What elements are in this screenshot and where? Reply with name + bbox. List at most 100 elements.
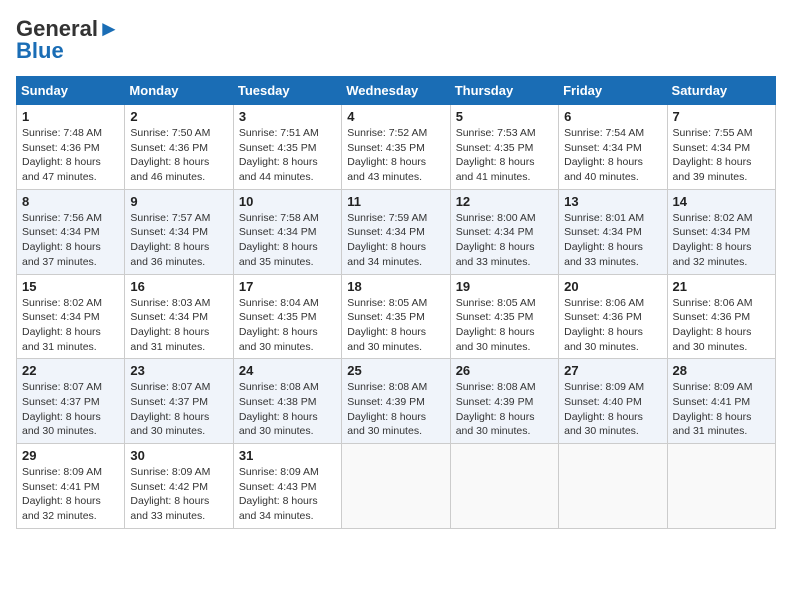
- weekday-header-monday: Monday: [125, 77, 233, 105]
- day-number: 3: [239, 109, 336, 124]
- calendar-cell: 19 Sunrise: 8:05 AMSunset: 4:35 PMDayligh…: [450, 274, 558, 359]
- calendar-cell: 23 Sunrise: 8:07 AMSunset: 4:37 PMDayligh…: [125, 359, 233, 444]
- day-info: Sunrise: 8:05 AMSunset: 4:35 PMDaylight:…: [347, 296, 444, 355]
- day-info: Sunrise: 8:04 AMSunset: 4:35 PMDaylight:…: [239, 296, 336, 355]
- day-number: 23: [130, 363, 227, 378]
- weekday-header-thursday: Thursday: [450, 77, 558, 105]
- calendar-cell: 8 Sunrise: 7:56 AMSunset: 4:34 PMDaylight…: [17, 189, 125, 274]
- day-info: Sunrise: 7:59 AMSunset: 4:34 PMDaylight:…: [347, 211, 444, 270]
- calendar: SundayMondayTuesdayWednesdayThursdayFrid…: [16, 76, 776, 529]
- day-number: 6: [564, 109, 661, 124]
- day-number: 1: [22, 109, 119, 124]
- day-info: Sunrise: 8:03 AMSunset: 4:34 PMDaylight:…: [130, 296, 227, 355]
- calendar-cell: 28 Sunrise: 8:09 AMSunset: 4:41 PMDayligh…: [667, 359, 775, 444]
- calendar-cell: 3 Sunrise: 7:51 AMSunset: 4:35 PMDaylight…: [233, 105, 341, 190]
- day-number: 22: [22, 363, 119, 378]
- day-info: Sunrise: 7:55 AMSunset: 4:34 PMDaylight:…: [673, 126, 770, 185]
- calendar-cell: 12 Sunrise: 8:00 AMSunset: 4:34 PMDayligh…: [450, 189, 558, 274]
- day-number: 13: [564, 194, 661, 209]
- day-info: Sunrise: 8:00 AMSunset: 4:34 PMDaylight:…: [456, 211, 553, 270]
- day-number: 8: [22, 194, 119, 209]
- day-number: 10: [239, 194, 336, 209]
- calendar-cell: 13 Sunrise: 8:01 AMSunset: 4:34 PMDayligh…: [559, 189, 667, 274]
- calendar-cell: 5Sunrise: 7:53 AMSunset: 4:35 PMDaylight…: [450, 105, 558, 190]
- day-number: 16: [130, 279, 227, 294]
- day-number: 28: [673, 363, 770, 378]
- calendar-cell: [450, 444, 558, 529]
- day-number: 4: [347, 109, 444, 124]
- day-info: Sunrise: 8:02 AMSunset: 4:34 PMDaylight:…: [22, 296, 119, 355]
- calendar-cell: 30 Sunrise: 8:09 AMSunset: 4:42 PMDayligh…: [125, 444, 233, 529]
- day-number: 18: [347, 279, 444, 294]
- day-number: 12: [456, 194, 553, 209]
- calendar-cell: 31 Sunrise: 8:09 AMSunset: 4:43 PMDayligh…: [233, 444, 341, 529]
- calendar-cell: 2 Sunrise: 7:50 AMSunset: 4:36 PMDaylight…: [125, 105, 233, 190]
- day-number: 20: [564, 279, 661, 294]
- calendar-cell: 1 Sunrise: 7:48 AMSunset: 4:36 PMDaylight…: [17, 105, 125, 190]
- calendar-cell: 4 Sunrise: 7:52 AMSunset: 4:35 PMDaylight…: [342, 105, 450, 190]
- day-info: Sunrise: 8:09 AMSunset: 4:41 PMDaylight:…: [673, 380, 770, 439]
- calendar-cell: 15 Sunrise: 8:02 AMSunset: 4:34 PMDayligh…: [17, 274, 125, 359]
- weekday-header-row: SundayMondayTuesdayWednesdayThursdayFrid…: [17, 77, 776, 105]
- day-info: Sunrise: 7:48 AMSunset: 4:36 PMDaylight:…: [22, 126, 119, 185]
- day-info: Sunrise: 8:07 AMSunset: 4:37 PMDaylight:…: [22, 380, 119, 439]
- calendar-cell: 21 Sunrise: 8:06 AMSunset: 4:36 PMDayligh…: [667, 274, 775, 359]
- day-number: 2: [130, 109, 227, 124]
- day-info: Sunrise: 7:58 AMSunset: 4:34 PMDaylight:…: [239, 211, 336, 270]
- calendar-cell: 11 Sunrise: 7:59 AMSunset: 4:34 PMDayligh…: [342, 189, 450, 274]
- day-number: 24: [239, 363, 336, 378]
- calendar-cell: 14Sunrise: 8:02 AMSunset: 4:34 PMDayligh…: [667, 189, 775, 274]
- day-info: Sunrise: 7:52 AMSunset: 4:35 PMDaylight:…: [347, 126, 444, 185]
- week-row-3: 15 Sunrise: 8:02 AMSunset: 4:34 PMDayligh…: [17, 274, 776, 359]
- weekday-header-saturday: Saturday: [667, 77, 775, 105]
- day-number: 29: [22, 448, 119, 463]
- calendar-cell: 7 Sunrise: 7:55 AMSunset: 4:34 PMDaylight…: [667, 105, 775, 190]
- day-number: 26: [456, 363, 553, 378]
- weekday-header-tuesday: Tuesday: [233, 77, 341, 105]
- day-number: 17: [239, 279, 336, 294]
- calendar-cell: 29 Sunrise: 8:09 AMSunset: 4:41 PMDayligh…: [17, 444, 125, 529]
- day-info: Sunrise: 7:56 AMSunset: 4:34 PMDaylight:…: [22, 211, 119, 270]
- day-number: 27: [564, 363, 661, 378]
- weekday-header-friday: Friday: [559, 77, 667, 105]
- day-number: 7: [673, 109, 770, 124]
- calendar-cell: [667, 444, 775, 529]
- calendar-cell: 10 Sunrise: 7:58 AMSunset: 4:34 PMDayligh…: [233, 189, 341, 274]
- logo: General► Blue: [16, 16, 120, 64]
- day-number: 30: [130, 448, 227, 463]
- day-number: 15: [22, 279, 119, 294]
- day-info: Sunrise: 8:02 AMSunset: 4:34 PMDaylight:…: [673, 211, 770, 270]
- calendar-cell: 20 Sunrise: 8:06 AMSunset: 4:36 PMDayligh…: [559, 274, 667, 359]
- calendar-cell: 16 Sunrise: 8:03 AMSunset: 4:34 PMDayligh…: [125, 274, 233, 359]
- day-info: Sunrise: 8:06 AMSunset: 4:36 PMDaylight:…: [673, 296, 770, 355]
- day-number: 19: [456, 279, 553, 294]
- day-info: Sunrise: 8:09 AMSunset: 4:41 PMDaylight:…: [22, 465, 119, 524]
- day-info: Sunrise: 8:07 AMSunset: 4:37 PMDaylight:…: [130, 380, 227, 439]
- calendar-cell: 18 Sunrise: 8:05 AMSunset: 4:35 PMDayligh…: [342, 274, 450, 359]
- page-header: General► Blue: [16, 16, 776, 64]
- day-number: 25: [347, 363, 444, 378]
- day-info: Sunrise: 8:09 AMSunset: 4:40 PMDaylight:…: [564, 380, 661, 439]
- day-info: Sunrise: 7:51 AMSunset: 4:35 PMDaylight:…: [239, 126, 336, 185]
- calendar-cell: 22 Sunrise: 8:07 AMSunset: 4:37 PMDayligh…: [17, 359, 125, 444]
- week-row-5: 29 Sunrise: 8:09 AMSunset: 4:41 PMDayligh…: [17, 444, 776, 529]
- calendar-cell: 26 Sunrise: 8:08 AMSunset: 4:39 PMDayligh…: [450, 359, 558, 444]
- day-info: Sunrise: 8:01 AMSunset: 4:34 PMDaylight:…: [564, 211, 661, 270]
- day-info: Sunrise: 7:50 AMSunset: 4:36 PMDaylight:…: [130, 126, 227, 185]
- day-info: Sunrise: 8:09 AMSunset: 4:43 PMDaylight:…: [239, 465, 336, 524]
- day-number: 9: [130, 194, 227, 209]
- day-info: Sunrise: 8:06 AMSunset: 4:36 PMDaylight:…: [564, 296, 661, 355]
- day-info: Sunrise: 8:08 AMSunset: 4:39 PMDaylight:…: [456, 380, 553, 439]
- day-number: 21: [673, 279, 770, 294]
- day-info: Sunrise: 8:05 AMSunset: 4:35 PMDaylight:…: [456, 296, 553, 355]
- day-info: Sunrise: 8:09 AMSunset: 4:42 PMDaylight:…: [130, 465, 227, 524]
- week-row-4: 22 Sunrise: 8:07 AMSunset: 4:37 PMDayligh…: [17, 359, 776, 444]
- day-number: 31: [239, 448, 336, 463]
- calendar-cell: 6 Sunrise: 7:54 AMSunset: 4:34 PMDaylight…: [559, 105, 667, 190]
- week-row-1: 1 Sunrise: 7:48 AMSunset: 4:36 PMDaylight…: [17, 105, 776, 190]
- calendar-cell: 25Sunrise: 8:08 AMSunset: 4:39 PMDayligh…: [342, 359, 450, 444]
- day-info: Sunrise: 8:08 AMSunset: 4:38 PMDaylight:…: [239, 380, 336, 439]
- day-info: Sunrise: 7:54 AMSunset: 4:34 PMDaylight:…: [564, 126, 661, 185]
- week-row-2: 8 Sunrise: 7:56 AMSunset: 4:34 PMDaylight…: [17, 189, 776, 274]
- day-number: 11: [347, 194, 444, 209]
